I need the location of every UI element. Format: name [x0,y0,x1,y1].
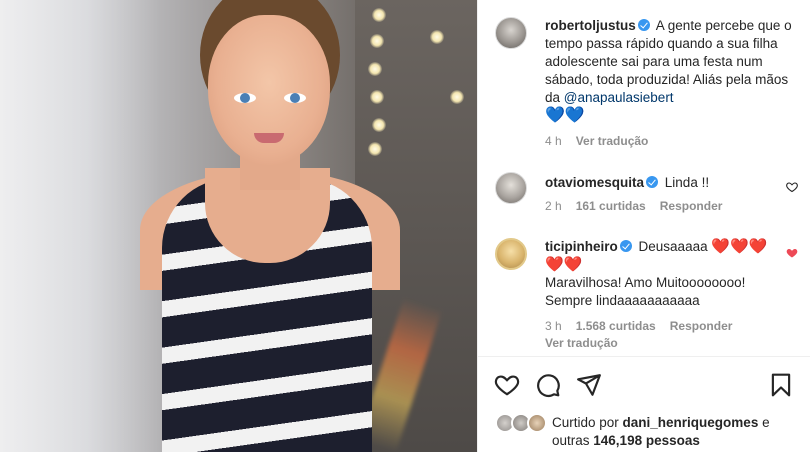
comment-meta: 3 h 1.568 curtidas Responder [545,319,746,333]
commenter-avatar[interactable] [495,172,527,204]
photo-bulb [372,8,386,22]
comment-text: Linda !! [664,175,710,190]
photo-eye [234,93,256,103]
caption-mention[interactable]: @anapaulasiebert [564,90,674,105]
liked-by-text: Curtido por dani_henriquegomes e outras … [552,414,802,450]
post-actions [494,372,794,398]
others-prefix: outras [552,433,594,448]
photo-bulb [370,90,384,104]
red-hearts-emoji: ❤️❤️ [545,256,583,273]
photo-bulb [368,142,382,156]
red-hearts-emoji: ❤️❤️❤️ [711,238,768,255]
commenter-avatar[interactable] [495,238,527,270]
comment-item: ticipinheiro Deusaaaaa ❤️❤️❤️ ❤️❤️ Marav… [545,238,795,310]
send-icon[interactable] [576,372,602,398]
post-photo[interactable] [0,0,477,452]
photo-wall-glow [0,0,160,452]
author-avatar[interactable] [495,17,527,49]
bookmark-icon[interactable] [768,372,794,398]
comment-icon[interactable] [535,372,561,398]
comment-meta: 2 h 161 curtidas Responder [545,199,736,213]
liker-avatar[interactable] [527,413,547,433]
heart-outline-icon[interactable] [494,372,520,398]
blue-hearts-emoji: 💙💙 [545,107,585,124]
commenter-username[interactable]: ticipinheiro [545,239,618,254]
photo-bulb [430,30,444,44]
others-count[interactable]: 146,198 pessoas [593,433,700,448]
liked-by-suffix: e [758,415,770,430]
caption-see-translation[interactable]: Ver tradução [576,134,649,148]
comment-like-heart-icon[interactable] [786,181,798,193]
comment-time[interactable]: 3 h [545,319,562,333]
caption-time[interactable]: 4 h [545,134,562,148]
photo-bulb [372,118,386,132]
photo-eye [284,93,306,103]
photo-face [208,15,330,165]
commenter-username[interactable]: otaviomesquita [545,175,644,190]
verified-icon [619,240,632,252]
comment-likes[interactable]: 1.568 curtidas [576,319,656,333]
see-translation-label[interactable]: Ver tradução [545,336,618,350]
section-divider [478,356,810,357]
verified-icon [646,176,659,188]
liked-by-username[interactable]: dani_henriquegomes [623,415,759,430]
photo-bulb [450,90,464,104]
photo-bulb [370,34,384,48]
comment-liked-heart-icon[interactable] [786,247,798,259]
post-caption: robertoljustus A gente percebe que o tem… [545,17,795,125]
caption-meta: 4 h Ver tradução [545,134,662,148]
comment-reply-button[interactable]: Responder [670,319,733,333]
comment-text: Maravilhosa! Amo Muitoooooooo! Sempre li… [545,275,746,308]
verified-icon [637,19,650,31]
photo-mouth [254,133,284,143]
comment-reply-button[interactable]: Responder [660,199,723,213]
author-username[interactable]: robertoljustus [545,18,636,33]
comment-text: Deusaaaaa [638,239,708,254]
liked-by-prefix: Curtido por [552,415,623,430]
photo-bulb [368,62,382,76]
comment-likes[interactable]: 161 curtidas [576,199,646,213]
comment-item: otaviomesquita Linda !! [545,174,795,192]
comments-panel: robertoljustus A gente percebe que o tem… [477,0,810,452]
comment-see-translation[interactable]: Ver tradução [545,336,632,350]
comment-time[interactable]: 2 h [545,199,562,213]
